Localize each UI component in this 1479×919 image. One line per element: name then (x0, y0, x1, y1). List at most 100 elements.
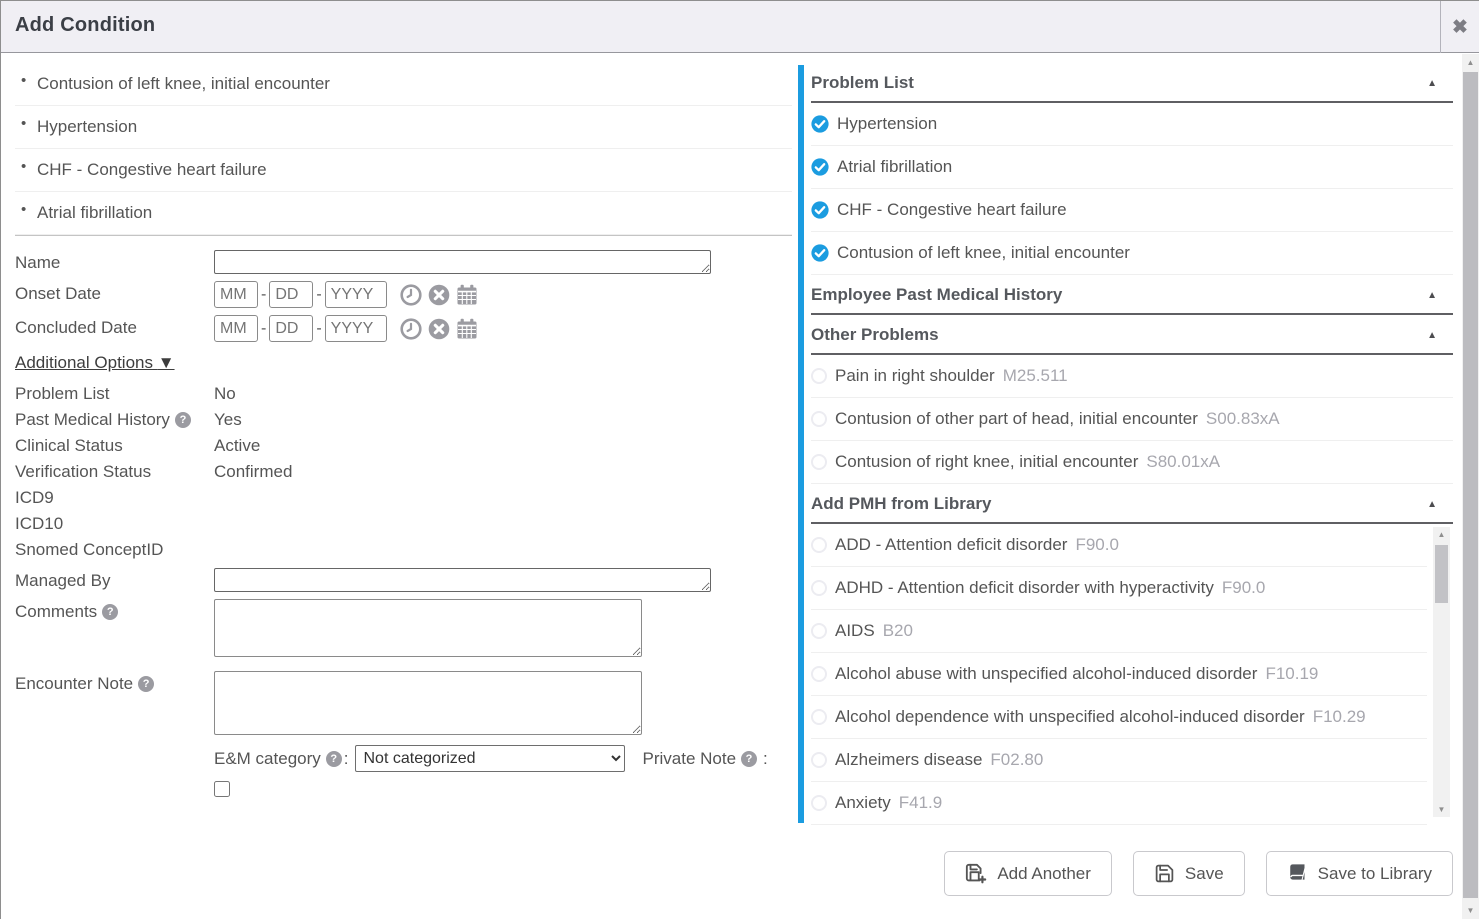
scrollbar-thumb[interactable] (1435, 545, 1448, 603)
library-item[interactable]: Anxiety F41.9 (811, 782, 1427, 825)
comments-textarea[interactable] (214, 599, 642, 657)
problem-name: ADD - Attention deficit disorder (835, 535, 1067, 555)
radio-unselected-icon (811, 795, 827, 811)
scroll-up-icon[interactable]: ▲ (1462, 58, 1479, 67)
onset-day-input[interactable] (269, 281, 313, 308)
scroll-up-icon[interactable]: ▲ (1433, 530, 1450, 539)
problem-name: Alcohol abuse with unspecified alcohol-i… (835, 664, 1257, 684)
problem-name: Contusion of left knee, initial encounte… (837, 243, 1130, 263)
problem-name: Contusion of right knee, initial encount… (835, 452, 1138, 472)
clear-date-icon[interactable] (428, 318, 450, 340)
radio-unselected-icon (811, 580, 827, 596)
section-header-employee-pmh[interactable]: Employee Past Medical History ▲ (811, 275, 1453, 315)
clinical-status-label: Clinical Status (15, 436, 214, 456)
library-item[interactable]: ADD - Attention deficit disorder F90.0 (811, 524, 1427, 567)
problem-name: ADHD - Attention deficit disorder with h… (835, 578, 1214, 598)
condition-form-column: Contusion of left knee, initial encounte… (15, 63, 792, 797)
help-icon[interactable]: ? (102, 604, 118, 620)
icd-code: B20 (883, 621, 913, 641)
section-header-other-problems[interactable]: Other Problems ▲ (811, 315, 1453, 355)
dialog-footer: Add Another Save Save to Library (1, 851, 1453, 896)
em-category-colon: : (344, 749, 349, 769)
library-item[interactable]: Alzheimers disease F02.80 (811, 739, 1427, 782)
close-button[interactable]: ✖ (1440, 1, 1479, 53)
help-icon[interactable]: ? (138, 676, 154, 692)
em-category-select[interactable]: Not categorized (355, 745, 625, 772)
list-item: Atrial fibrillation (15, 192, 792, 235)
section-header-problem-list[interactable]: Problem List ▲ (811, 63, 1453, 103)
other-problem-item[interactable]: Pain in right shoulder M25.511 (811, 355, 1453, 398)
icd-code: S00.83xA (1206, 409, 1280, 429)
library-item[interactable]: Alcohol abuse with unspecified alcohol-i… (811, 653, 1427, 696)
calendar-icon[interactable] (456, 318, 478, 340)
add-another-button[interactable]: Add Another (944, 851, 1112, 896)
scroll-down-icon[interactable]: ▼ (1433, 805, 1450, 814)
onset-month-input[interactable] (214, 281, 258, 308)
chevron-down-icon: ▼ (158, 353, 175, 372)
icd-code: F90.0 (1075, 535, 1118, 555)
problem-list-item[interactable]: Hypertension (811, 103, 1453, 146)
calendar-icon[interactable] (456, 284, 478, 306)
save-to-library-button[interactable]: Save to Library (1266, 851, 1453, 896)
section-title: Add PMH from Library (811, 494, 991, 514)
other-problem-item[interactable]: Contusion of other part of head, initial… (811, 398, 1453, 441)
help-icon[interactable]: ? (326, 751, 342, 767)
scroll-down-icon[interactable]: ▼ (1462, 906, 1479, 915)
private-note-checkbox[interactable] (214, 781, 230, 797)
private-note-colon: : (763, 749, 768, 769)
list-item: Contusion of left knee, initial encounte… (15, 63, 792, 106)
name-label: Name (15, 250, 214, 273)
icd-code: F90.0 (1222, 578, 1265, 598)
icd-code: F10.29 (1313, 707, 1366, 727)
radio-unselected-icon (811, 752, 827, 768)
problem-list-item[interactable]: Atrial fibrillation (811, 146, 1453, 189)
managed-by-input[interactable] (214, 568, 711, 592)
set-current-time-icon[interactable] (400, 318, 422, 340)
past-medical-history-label: Past Medical History (15, 410, 170, 430)
comments-label: Comments (15, 602, 97, 622)
save-to-library-label: Save to Library (1318, 864, 1432, 884)
library-item[interactable]: Alcohol dependence with unspecified alco… (811, 696, 1427, 739)
additional-options-link[interactable]: Additional Options ▼ (15, 353, 175, 373)
collapse-icon: ▲ (1427, 499, 1437, 510)
other-problem-item[interactable]: Contusion of right knee, initial encount… (811, 441, 1453, 484)
book-icon (1287, 863, 1308, 884)
library-item[interactable]: AIDS B20 (811, 610, 1427, 653)
date-separator: - (261, 320, 266, 338)
problem-list-value: No (214, 384, 236, 404)
scrollbar-thumb[interactable] (1463, 72, 1478, 898)
past-medical-history-value: Yes (214, 410, 242, 430)
window-scrollbar[interactable]: ▲ ▼ (1462, 54, 1479, 919)
library-item[interactable]: ADHD - Attention deficit disorder with h… (811, 567, 1427, 610)
panel-accent-bar (798, 65, 804, 823)
check-circle-icon (811, 244, 829, 262)
problem-list-item[interactable]: CHF - Congestive heart failure (811, 189, 1453, 232)
encounter-note-label: Encounter Note (15, 674, 133, 694)
list-item: Hypertension (15, 106, 792, 149)
help-icon[interactable]: ? (741, 751, 757, 767)
clear-date-icon[interactable] (428, 284, 450, 306)
radio-unselected-icon (811, 709, 827, 725)
help-icon[interactable]: ? (175, 412, 191, 428)
save-button[interactable]: Save (1133, 851, 1245, 896)
em-category-row: E&M category ? : Not categorized Private… (214, 745, 792, 772)
date-separator: - (316, 286, 321, 304)
problem-name: Pain in right shoulder (835, 366, 995, 386)
problem-list-item[interactable]: Contusion of left knee, initial encounte… (811, 232, 1453, 275)
section-header-add-pmh-library[interactable]: Add PMH from Library ▲ (811, 484, 1453, 524)
icd-code: F02.80 (990, 750, 1043, 770)
name-input[interactable] (214, 250, 711, 274)
encounter-note-textarea[interactable] (214, 671, 642, 735)
problem-name: Anxiety (835, 793, 891, 813)
radio-unselected-icon (811, 454, 827, 470)
library-scrollbar[interactable]: ▲ ▼ (1433, 527, 1450, 817)
list-item: CHF - Congestive heart failure (15, 149, 792, 192)
set-current-time-icon[interactable] (400, 284, 422, 306)
onset-year-input[interactable] (325, 281, 387, 308)
problem-list-row: Problem List No (15, 381, 792, 407)
problem-name: Contusion of other part of head, initial… (835, 409, 1198, 429)
concluded-month-input[interactable] (214, 315, 258, 342)
managed-by-row: Managed By (15, 568, 792, 592)
concluded-day-input[interactable] (269, 315, 313, 342)
concluded-year-input[interactable] (325, 315, 387, 342)
